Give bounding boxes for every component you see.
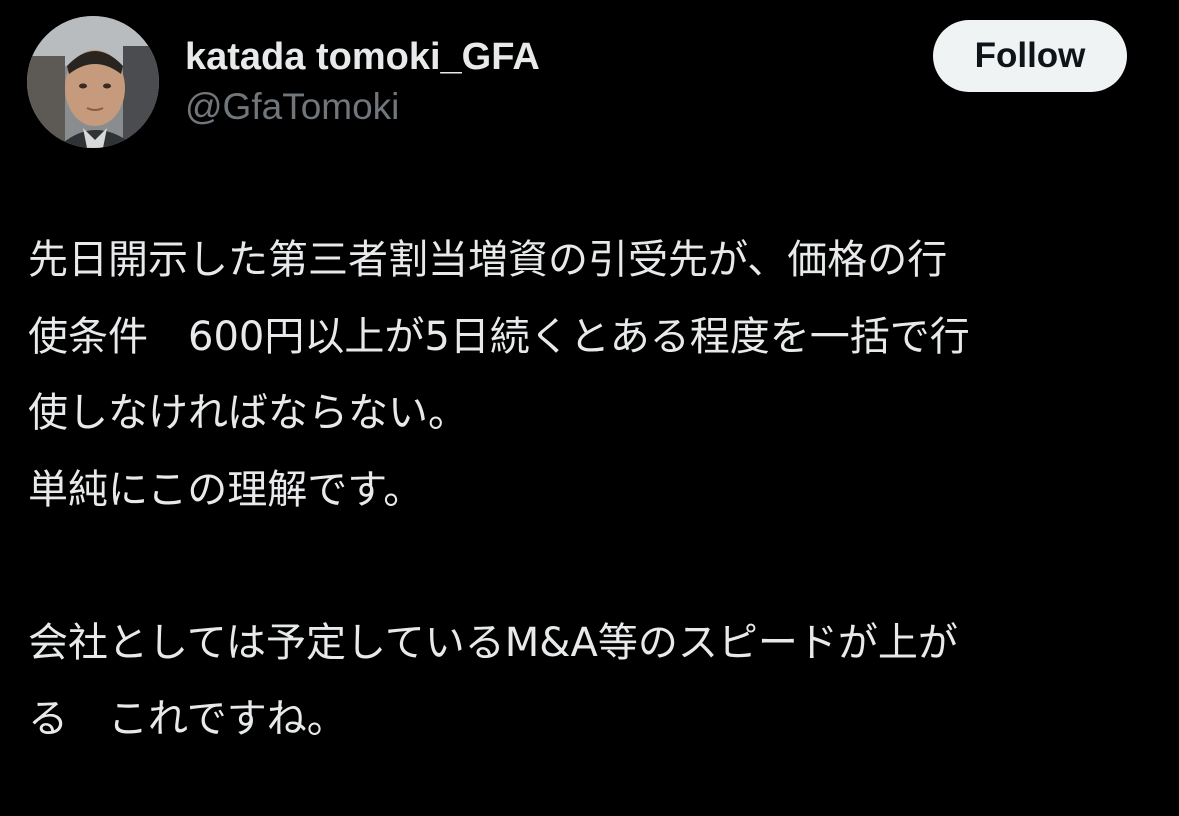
tweet-text-line: 単純にこの理解です。 bbox=[28, 466, 424, 513]
tweet-text-line: る これですね。 bbox=[28, 696, 347, 742]
tweet-text: 先日開示した第三者割当増資の引受先が、価格の行 使条件 600円以上が5日続くと… bbox=[28, 222, 1168, 758]
follow-button[interactable]: Follow bbox=[933, 20, 1127, 92]
tweet-text-line: 使しなければならない。 bbox=[28, 390, 468, 436]
author-display-name[interactable]: katada tomoki_GFA bbox=[185, 34, 540, 80]
tweet-text-line: 会社としては予定しているM&A等のスピードが上が bbox=[28, 619, 958, 666]
author-names: katada tomoki_GFA @GfaTomoki bbox=[185, 34, 540, 130]
tweet-text-line: 使条件 600円以上が5日続くとある程度を一括で行 bbox=[28, 313, 970, 360]
tweet: katada tomoki_GFA @GfaTomoki Follow 先日開示… bbox=[0, 0, 1179, 816]
author-handle[interactable]: @GfaTomoki bbox=[185, 84, 540, 130]
avatar[interactable] bbox=[27, 16, 159, 148]
avatar-image bbox=[27, 16, 159, 148]
tweet-header: katada tomoki_GFA @GfaTomoki Follow bbox=[27, 16, 1137, 152]
tweet-text-line: 先日開示した第三者割当増資の引受先が、価格の行 bbox=[28, 237, 948, 283]
